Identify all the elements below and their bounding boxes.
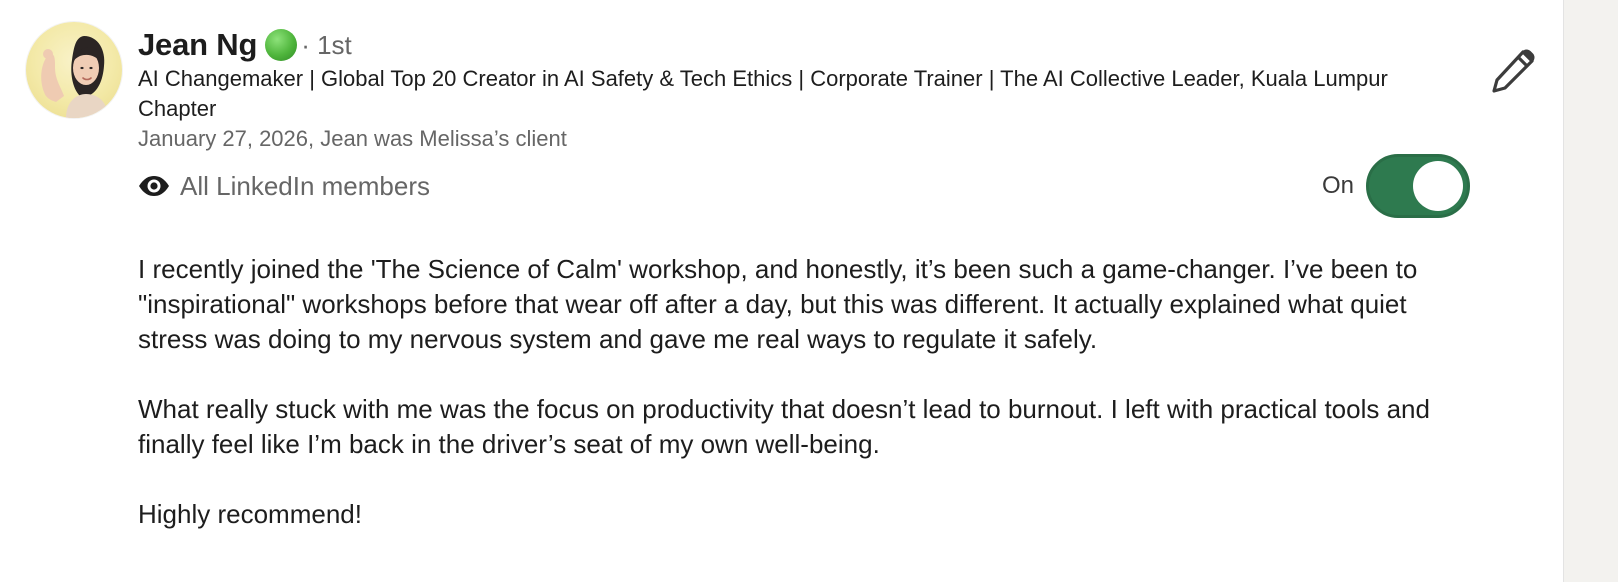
toggle-knob: [1413, 161, 1464, 211]
author-headline: AI Changemaker | Global Top 20 Creator i…: [138, 66, 1388, 121]
visibility-label: All LinkedIn members: [180, 170, 430, 201]
toggle-state-label: On: [1322, 172, 1355, 199]
online-status-icon: [265, 29, 298, 61]
recommendation-paragraph: I recently joined the 'The Science of Ca…: [138, 254, 1418, 354]
recommendation-paragraph: Highly recommend!: [138, 499, 362, 529]
visibility-toggle-group: On: [1322, 154, 1471, 218]
author-name[interactable]: Jean Ng: [138, 27, 257, 63]
author-avatar[interactable]: [26, 22, 122, 118]
visibility-setting: All LinkedIn members: [138, 168, 430, 204]
profile-photo-icon: [41, 36, 108, 118]
eye-icon: [139, 176, 169, 196]
pencil-icon[interactable]: [1490, 48, 1536, 94]
recommendation-body: I recently joined the 'The Science of Ca…: [138, 252, 1438, 532]
recommendation-paragraph: What really stuck with me was the focus …: [138, 394, 1430, 459]
author-name-row: Jean Ng · 1st: [138, 26, 352, 64]
visibility-toggle[interactable]: [1366, 154, 1471, 218]
recommendation-card: Jean Ng · 1st AI Changemaker | Global To…: [0, 0, 1618, 582]
connection-degree: · 1st: [301, 29, 352, 60]
recommendation-meta: January 27, 2026, Jean was Melissa’s cli…: [138, 126, 567, 151]
right-rail: [1563, 0, 1618, 582]
